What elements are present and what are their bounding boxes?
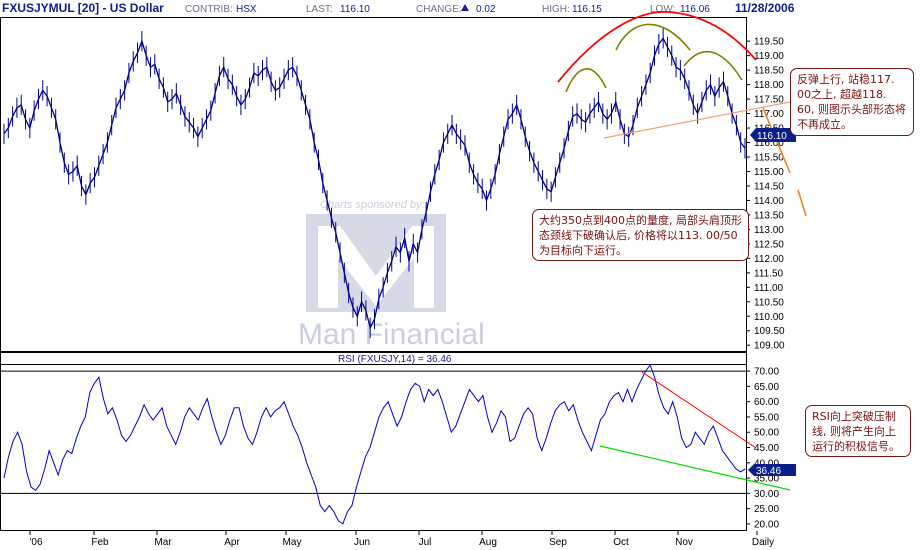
month-label: Nov: [675, 537, 693, 548]
low-value: 116.06: [680, 4, 710, 15]
high-label: HIGH:: [542, 4, 570, 15]
rsi-line: [3, 363, 746, 525]
price-y-tick-label: 115.50: [754, 152, 784, 163]
price-y-tick-label: 109.00: [754, 341, 785, 352]
head-arc-line: [557, 11, 757, 83]
annotation-right: 反弹上行, 站稳117. 00之上, 超越118. 60, 则图示头部形态将不再…: [790, 68, 914, 136]
contrib-label: CONTRIB:: [185, 4, 233, 15]
forex-chart: FXUSJYMUL [20] - US Dollar CONTRIB: HSX …: [0, 0, 807, 548]
head-peak-arc: [615, 23, 691, 51]
right-shoulder-arc: [683, 50, 743, 81]
high-value: 116.15: [572, 4, 602, 15]
price-y-tick-label: 117.00: [754, 109, 784, 120]
price-badge-label: 116.10: [757, 131, 787, 142]
price-y-tick-label: 119.50: [754, 37, 784, 48]
rsi-y-tick-label: 50.00: [754, 428, 779, 439]
price-y-tick-label: 111.50: [754, 268, 784, 279]
rsi-badge-label: 36.46: [756, 466, 781, 477]
header-date: 11/28/2006: [735, 1, 795, 15]
annotation-rsi: RSI向上突破压制线, 则将产生向上运行的积极信号。: [805, 405, 911, 457]
rsi-y-tick-label: 25.00: [754, 504, 779, 515]
rsi-y-tick-label: 55.00: [754, 412, 779, 423]
price-y-tick-label: 118.00: [754, 80, 784, 91]
left-shoulder-arc: [565, 68, 607, 93]
price-y-tick-label: 115.00: [754, 167, 784, 178]
price-axis: 119.50119.00118.50118.00117.50117.00116.…: [746, 37, 785, 352]
rsi-y-tick-label: 30.00: [754, 489, 779, 500]
month-label: '06: [29, 537, 42, 548]
annotation-middle: 大约350点到400点的量度, 局部头肩顶形态颈线下破确认后, 价格将以113.…: [532, 209, 749, 261]
rsi-series: [3, 363, 746, 525]
price-y-tick-label: 109.50: [754, 326, 785, 337]
price-y-tick-label: 118.50: [754, 66, 784, 77]
last-value: 116.10: [340, 4, 370, 15]
change-value: 0.02: [476, 4, 496, 15]
rsi-y-tick-label: 70.00: [754, 367, 779, 378]
watermark: Charts sponsored by: Man Financial: [298, 199, 485, 351]
last-label: LAST:: [306, 4, 333, 15]
month-label: Jul: [419, 537, 432, 548]
price-y-tick-label: 111.00: [754, 283, 784, 294]
symbol-title: FXUSJYMUL [20] - US Dollar: [2, 1, 164, 15]
price-y-tick-label: 113.00: [754, 225, 784, 236]
month-label: Jun: [354, 537, 370, 548]
price-y-tick-label: 110.50: [754, 297, 784, 308]
price-y-tick-label: 113.50: [754, 210, 784, 221]
price-y-tick-label: 119.00: [754, 51, 784, 62]
rsi-last-badge: 36.46: [748, 464, 796, 477]
rsi-y-tick-label: 20.00: [754, 519, 779, 530]
rsi-panel-frame: [0, 364, 747, 531]
month-label: Oct: [613, 537, 629, 548]
rsi-y-tick-label: 60.00: [754, 397, 779, 408]
month-label: Mar: [154, 537, 172, 548]
month-label: Daily: [752, 537, 774, 548]
month-label: Sep: [549, 537, 567, 548]
rsi-title: RSI (FXUSJY,14) = 36.46: [338, 354, 452, 365]
price-y-tick-label: 112.50: [754, 239, 784, 250]
rsi-y-tick-label: 65.00: [754, 382, 779, 393]
price-y-tick-label: 110.00: [754, 312, 784, 323]
change-label: CHANGE:: [416, 4, 462, 15]
month-label: Aug: [479, 537, 497, 548]
month-label: Feb: [91, 537, 109, 548]
month-axis: '06 Feb Mar Apr May Jun Jul Aug Sep Oct Nov Daily: [29, 531, 774, 548]
watermark-brand: Man Financial: [298, 318, 485, 351]
price-y-tick-label: 114.00: [754, 196, 784, 207]
month-label: Apr: [224, 537, 240, 548]
chart-header: FXUSJYMUL [20] - US Dollar CONTRIB: HSX …: [0, 0, 800, 17]
contrib-value: HSX: [236, 4, 257, 15]
price-y-tick-label: 112.00: [754, 254, 784, 265]
price-y-tick-label: 114.50: [754, 181, 784, 192]
month-label: May: [283, 537, 302, 548]
watermark-sponsor: Charts sponsored by:: [320, 199, 425, 211]
rsi-y-tick-label: 45.00: [754, 443, 779, 454]
rsi-axis: 70.0065.0060.0055.0050.0045.0040.0035.00…: [1, 367, 779, 530]
